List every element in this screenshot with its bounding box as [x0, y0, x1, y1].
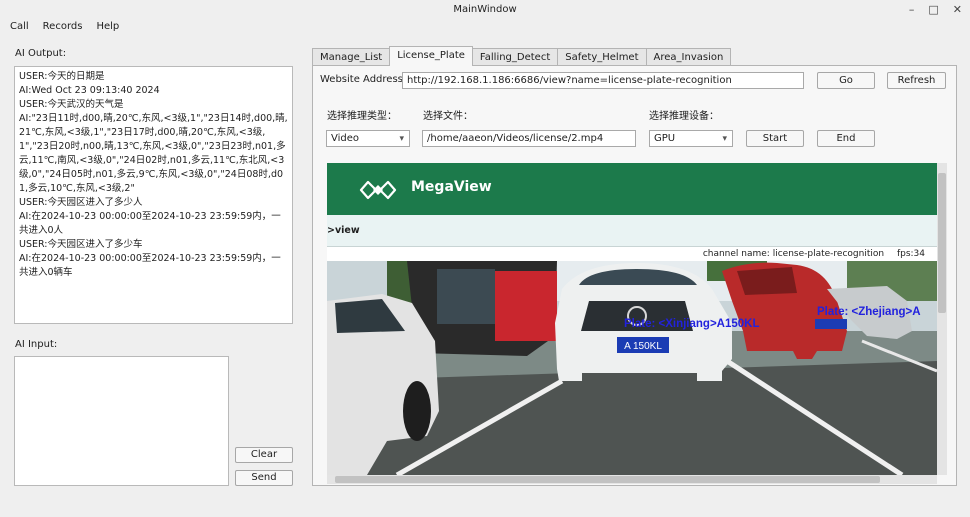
scrollbar-thumb[interactable]: [335, 476, 880, 483]
channel-info: channel name: license-plate-recognition …: [703, 249, 925, 259]
inference-type-select[interactable]: Video: [326, 130, 410, 147]
menu-bar: Call Records Help: [0, 20, 970, 34]
tab-license-plate[interactable]: License_Plate: [389, 46, 473, 66]
device-select[interactable]: GPU: [649, 130, 733, 147]
menu-call[interactable]: Call: [10, 20, 29, 34]
video-frame: A 150KL Plate: <Xinjiang>A150KL Plate: <…: [327, 261, 937, 475]
menu-records[interactable]: Records: [43, 20, 83, 34]
clear-button[interactable]: Clear: [235, 447, 293, 463]
tab-area-invasion[interactable]: Area_Invasion: [645, 48, 732, 66]
ai-output-area[interactable]: USER:今天的日期是 AI:Wed Oct 23 09:13:40 2024 …: [14, 66, 293, 324]
file-path-input[interactable]: /home/aaeon/Videos/license/2.mp4: [422, 130, 636, 147]
go-button[interactable]: Go: [817, 72, 875, 89]
website-address-label: Website Address:: [320, 74, 407, 85]
scrollbar-thumb[interactable]: [938, 173, 946, 313]
plate-label-2: Plate: <Zhejiang>A: [817, 306, 921, 318]
chat-line: AI:"23日11时,d00,晴,20℃,东风,<3级,1","23日14时,d…: [19, 113, 288, 194]
tab-falling-detect[interactable]: Falling_Detect: [471, 48, 559, 66]
chat-line: USER:今天园区进入了多少人: [19, 197, 143, 208]
chat-line: USER:今天的日期是: [19, 71, 105, 82]
tab-bar: Manage_List License_Plate Falling_Detect…: [312, 46, 732, 66]
chat-line: AI:在2024-10-23 00:00:00至2024-10-23 23:59…: [19, 253, 281, 278]
chat-line: AI:在2024-10-23 00:00:00至2024-10-23 23:59…: [19, 211, 281, 236]
menu-help[interactable]: Help: [96, 20, 119, 34]
maximize-icon[interactable]: □: [928, 0, 938, 20]
horizontal-scrollbar[interactable]: [327, 475, 937, 484]
website-address-input[interactable]: http://192.168.1.186:6686/view?name=lice…: [402, 72, 804, 89]
refresh-button[interactable]: Refresh: [887, 72, 946, 89]
plate-label-1: Plate: <Xinjiang>A150KL: [624, 318, 760, 330]
tab-manage-list[interactable]: Manage_List: [312, 48, 391, 66]
inference-type-label: 选择推理类型：: [327, 111, 397, 122]
end-button[interactable]: End: [817, 130, 875, 147]
ai-input-label: AI Input:: [15, 339, 58, 350]
title-bar: MainWindow – □ ✕: [0, 0, 970, 20]
ai-output-label: AI Output:: [15, 48, 67, 59]
minimize-icon[interactable]: –: [909, 0, 915, 20]
chat-line: USER:今天园区进入了多少车: [19, 239, 143, 250]
megaview-brand: MegaView: [411, 179, 492, 195]
device-select-label: 选择推理设备：: [649, 111, 719, 122]
ai-input-field[interactable]: [14, 356, 229, 486]
window-title: MainWindow: [453, 4, 517, 15]
file-select-label: 选择文件：: [423, 111, 473, 122]
chat-line: USER:今天武汉的天气是: [19, 99, 124, 110]
web-view[interactable]: MegaView >view channel name: license-pla…: [327, 163, 937, 475]
send-button[interactable]: Send: [235, 470, 293, 486]
megaview-logo-icon: [359, 180, 397, 200]
vertical-scrollbar[interactable]: [937, 163, 947, 475]
start-button[interactable]: Start: [746, 130, 804, 147]
chat-line: AI:Wed Oct 23 09:13:40 2024: [19, 85, 160, 96]
plate-text: A 150KL: [624, 341, 662, 352]
megaview-header: MegaView: [327, 163, 937, 215]
main-window: MainWindow – □ ✕ Call Records Help AI Ou…: [0, 0, 970, 517]
channel-name: channel name: license-plate-recognition: [702, 249, 885, 259]
breadcrumb: >view: [327, 215, 937, 247]
tab-safety-helmet[interactable]: Safety_Helmet: [557, 48, 647, 66]
fps-readout: fps:34: [896, 249, 925, 259]
close-icon[interactable]: ✕: [953, 0, 962, 20]
